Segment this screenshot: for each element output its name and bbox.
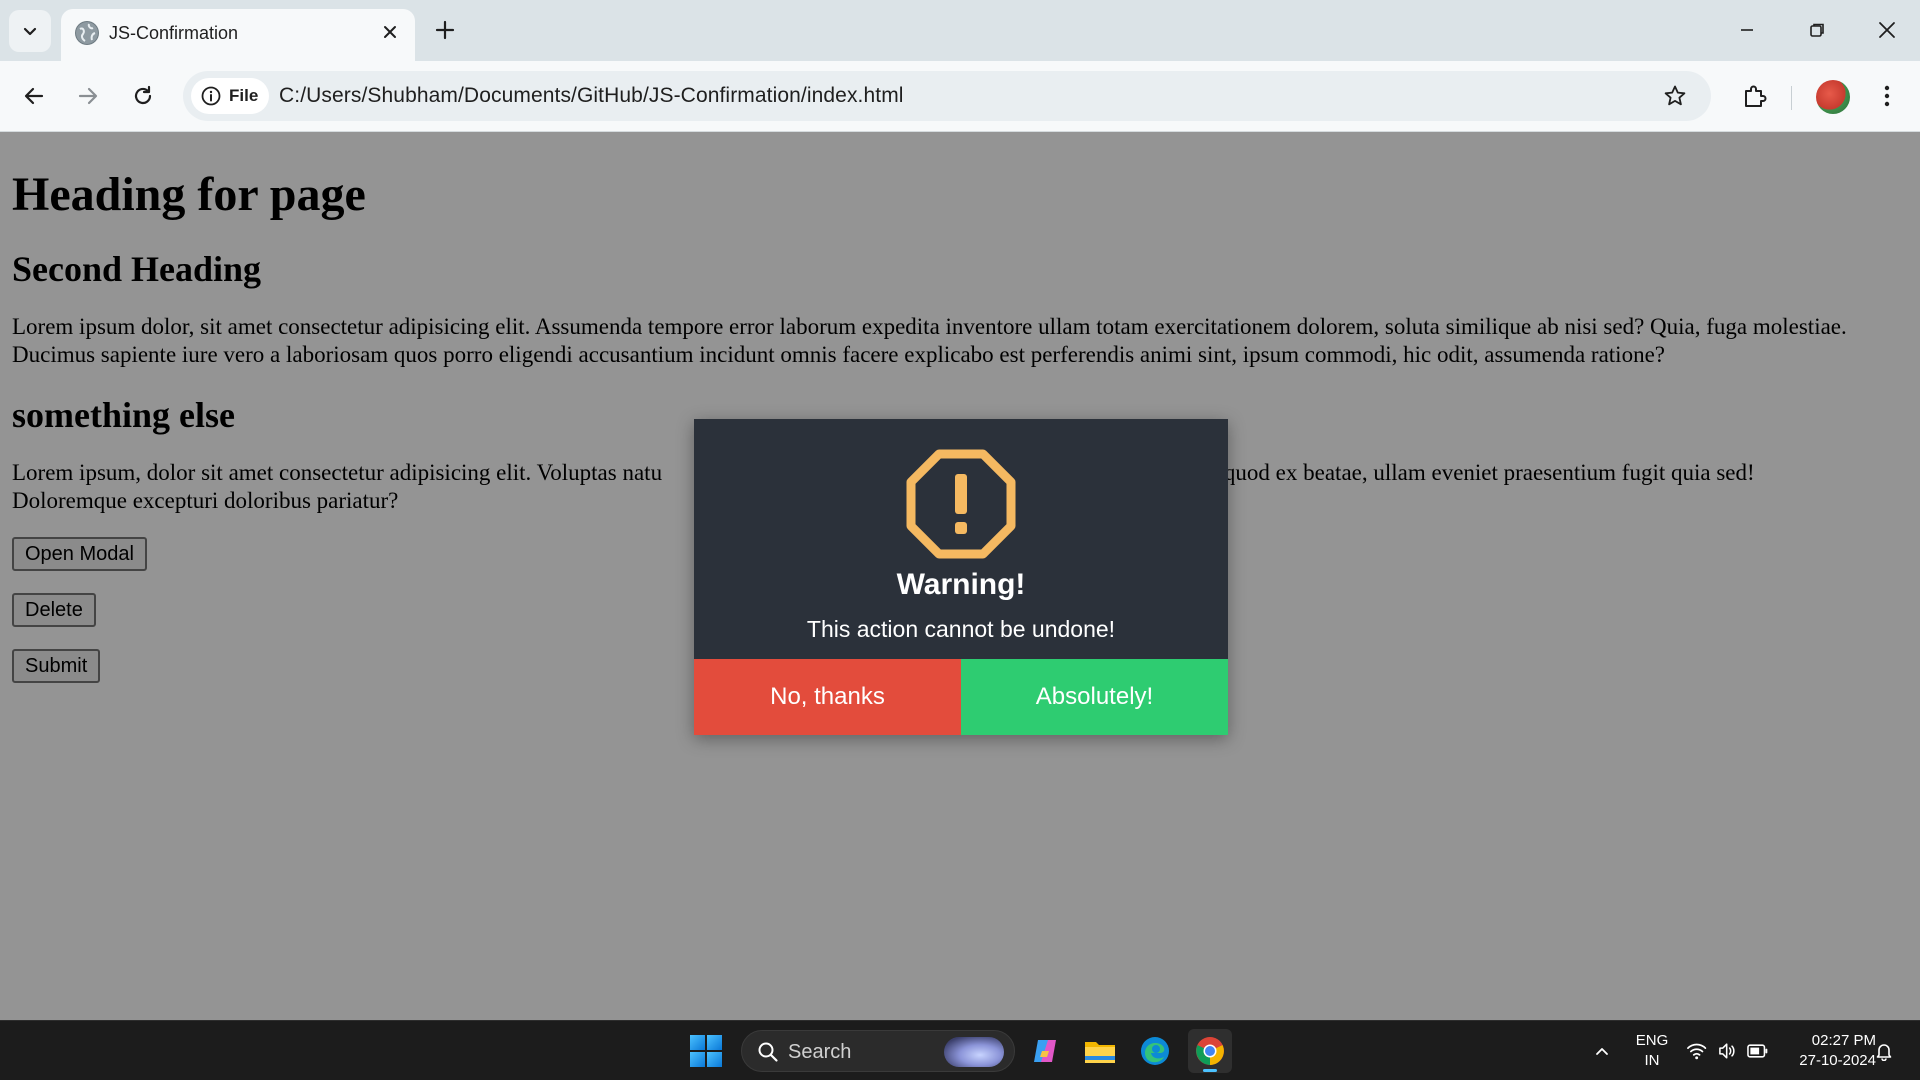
browser-toolbar: File C:/Users/Shubham/Documents/GitHub/J… [0, 61, 1920, 132]
search-label: Search [788, 1041, 852, 1063]
kebab-menu-icon [1884, 85, 1890, 107]
search-icon [758, 1042, 778, 1062]
active-app-indicator [1203, 1069, 1217, 1072]
tab-active[interactable]: JS-Confirmation [61, 9, 415, 61]
star-icon [1664, 85, 1686, 106]
modal-message: This action cannot be undone! [806, 616, 1116, 642]
toolbar-divider [1791, 86, 1792, 110]
extensions-icon [1745, 85, 1767, 107]
taskbar: Search ENG IN 02:27 PM 27-10-2024 [0, 1020, 1920, 1080]
notification-center-button[interactable] [1872, 1039, 1896, 1063]
tab-title: JS-Confirmation [109, 23, 239, 43]
confirmation-modal: Warning! This action cannot be undone! N… [694, 419, 1228, 735]
battery-icon [1746, 1044, 1768, 1058]
language-code: ENG [1635, 1032, 1669, 1049]
reload-icon [134, 85, 152, 105]
taskbar-search[interactable]: Search [741, 1030, 1015, 1072]
restore-button[interactable] [1792, 10, 1842, 50]
extensions-button[interactable] [1735, 76, 1775, 116]
file-explorer-icon[interactable] [1078, 1029, 1122, 1073]
site-info-chip[interactable]: File [191, 78, 269, 114]
minimize-button[interactable] [1722, 10, 1772, 50]
clock-time: 02:27 PM [1811, 1032, 1876, 1049]
restore-icon [1810, 23, 1824, 37]
minimize-icon [1741, 29, 1753, 31]
edge-icon[interactable] [1133, 1029, 1177, 1073]
reload-button[interactable] [123, 76, 163, 116]
clock-date: 27-10-2024 [1799, 1052, 1876, 1069]
modal-title: Warning! [896, 568, 1026, 601]
back-arrow-icon [24, 87, 44, 105]
back-button[interactable] [14, 76, 54, 116]
wifi-icon [1687, 1043, 1707, 1060]
chrome-icon[interactable] [1188, 1029, 1232, 1073]
close-window-icon [1879, 22, 1895, 38]
chevron-up-icon [1596, 1048, 1608, 1055]
cancel-button[interactable]: No, thanks [694, 659, 961, 735]
start-icon[interactable] [690, 1035, 722, 1067]
new-tab-button[interactable] [430, 15, 460, 45]
language-indicator[interactable]: ENG IN [1632, 1031, 1672, 1071]
bookmark-button[interactable] [1661, 82, 1689, 110]
close-icon [384, 26, 396, 38]
plus-icon [435, 20, 455, 40]
volume-icon [1719, 1043, 1735, 1059]
notification-bell-icon [1876, 1044, 1892, 1061]
tab-strip: JS-Confirmation [0, 0, 1920, 61]
address-bar[interactable]: File C:/Users/Shubham/Documents/GitHub/J… [183, 71, 1711, 121]
copilot-icon[interactable] [1023, 1029, 1067, 1073]
tab-search-icon [23, 27, 37, 36]
search-highlight-image [944, 1037, 1004, 1067]
url-text[interactable]: C:/Users/Shubham/Documents/GitHub/JS-Con… [279, 84, 904, 108]
show-hidden-icons-button[interactable] [1590, 1039, 1614, 1063]
tab-search-button[interactable] [9, 10, 51, 52]
system-clock[interactable]: 02:27 PM 27-10-2024 [1780, 1031, 1876, 1071]
confirm-button[interactable]: Absolutely! [961, 659, 1228, 735]
warning-exclamation-icon [906, 449, 1016, 559]
browser-menu-button[interactable] [1872, 76, 1902, 116]
avatar[interactable] [1816, 80, 1850, 114]
info-icon [201, 86, 221, 106]
globe-icon [75, 21, 99, 45]
language-region: IN [1644, 1052, 1660, 1069]
tab-close-button[interactable] [377, 19, 403, 45]
site-chip-label: File [229, 86, 259, 105]
page-viewport: Heading for page Second Heading Lorem ip… [0, 132, 1920, 1020]
close-window-button[interactable] [1862, 10, 1912, 50]
forward-button[interactable] [68, 76, 108, 116]
forward-arrow-icon [78, 87, 98, 105]
quick-settings[interactable] [1686, 1039, 1768, 1063]
